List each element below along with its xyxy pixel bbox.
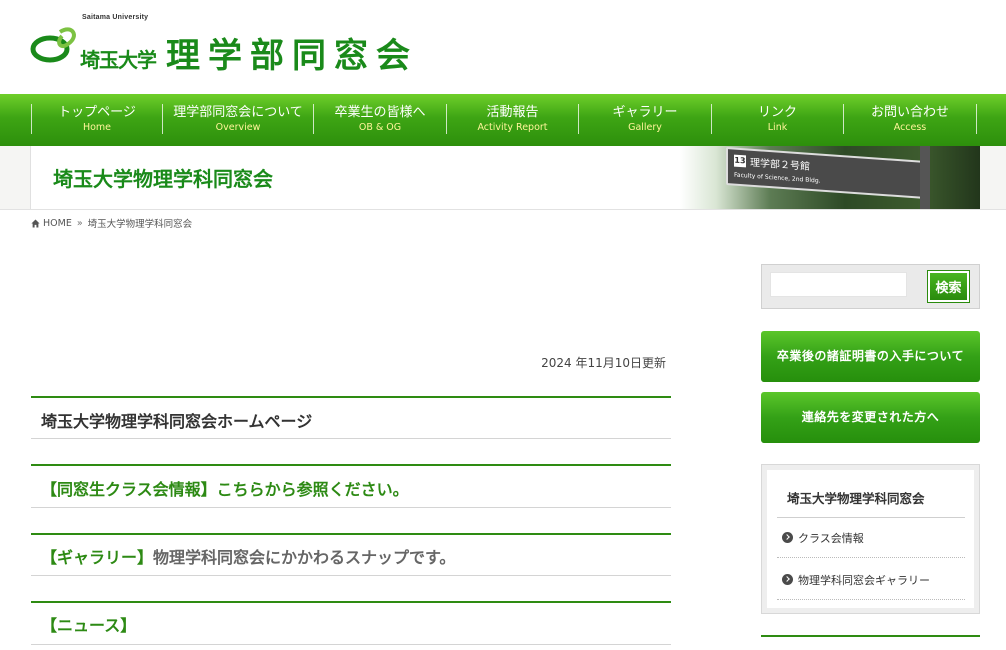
sidebar-menu-inner: 埼玉大学物理学科同窓会 クラス会情報 物理学科同窓会ギャラリー xyxy=(767,470,974,608)
logo-university-jp: 埼玉大学 xyxy=(80,48,157,72)
nav-label-jp: 卒業生の皆様へ xyxy=(334,105,426,120)
logo-university-en: Saitama University xyxy=(82,14,149,21)
chevron-right-circle-icon xyxy=(782,574,793,585)
nav-item-link[interactable]: リンク Link xyxy=(711,104,843,134)
nav-label-jp: 活動報告 xyxy=(486,105,539,120)
nav-label-en: OB & OG xyxy=(358,122,402,133)
nav-label-en: Home xyxy=(82,122,112,133)
nav-item-access[interactable]: お問い合わせ Access xyxy=(843,104,977,134)
search-widget: 検索 xyxy=(761,264,980,309)
heading-homepage: 埼玉大学物理学科同窓会ホームページ xyxy=(31,396,671,439)
nav-label-en: Activity Report xyxy=(477,122,548,133)
nav-item-home[interactable]: トップページ Home xyxy=(31,104,162,134)
nav-label-en: Link xyxy=(767,122,788,133)
heading-class-reunion[interactable]: 【同窓生クラス会情報】こちらから参照ください。 xyxy=(31,464,671,508)
sign-post xyxy=(920,146,930,209)
home-icon xyxy=(31,218,40,228)
global-nav: トップページ Home 理学部同窓会について Overview 卒業生の皆様へ … xyxy=(0,94,1006,146)
contact-change-button[interactable]: 連絡先を変更された方へ xyxy=(761,392,980,443)
heading-gallery[interactable]: 【ギャラリー】物理学科同窓会にかかわるスナップです。 xyxy=(31,533,671,576)
building-sign: 13 理学部２号館 Faculty of Science, 2nd Bldg. xyxy=(726,147,926,199)
sidebar-menu: 埼玉大学物理学科同窓会 クラス会情報 物理学科同窓会ギャラリー xyxy=(761,464,980,614)
university-logo-icon xyxy=(30,27,76,63)
heading-homepage-text: 埼玉大学物理学科同窓会ホームページ xyxy=(41,412,313,431)
certificate-info-button[interactable]: 卒業後の諸証明書の入手について xyxy=(761,331,980,382)
nav-label-jp: トップページ xyxy=(58,105,136,120)
sidebar-menu-title: 埼玉大学物理学科同窓会 xyxy=(787,491,925,506)
heading-news-text: 【ニュース】 xyxy=(41,616,137,635)
nav-item-ob-og[interactable]: 卒業生の皆様へ OB & OG xyxy=(313,104,446,134)
page-title: 埼玉大学物理学科同窓会 xyxy=(53,167,273,191)
nav-item-activity-report[interactable]: 活動報告 Activity Report xyxy=(446,104,578,134)
nav-label-jp: リンク xyxy=(757,105,797,120)
breadcrumb-current: 埼玉大学物理学科同窓会 xyxy=(87,219,193,230)
breadcrumb-separator-icon: » xyxy=(76,217,83,229)
search-input[interactable] xyxy=(770,272,907,297)
search-button[interactable]: 検索 xyxy=(927,270,970,303)
update-date: 2024 年11月10日更新 xyxy=(541,356,666,370)
heading-class-reunion-link[interactable]: 【同窓生クラス会情報】こちらから参照ください。 xyxy=(41,476,409,500)
site-header: Saitama University 埼玉大学 理学部同窓会 xyxy=(0,0,1006,94)
sidebar-item-label: クラス会情報 xyxy=(798,532,864,545)
nav-label-en: Overview xyxy=(215,122,261,133)
page-title-band: 埼玉大学物理学科同窓会 13 理学部２号館 Faculty of Science… xyxy=(0,146,1006,210)
sidebar-item-gallery[interactable]: 物理学科同窓会ギャラリー xyxy=(777,560,965,600)
heading-news: 【ニュース】 xyxy=(31,601,671,645)
sidebar-item-label: 物理学科同窓会ギャラリー xyxy=(798,574,930,587)
nav-label-jp: お問い合わせ xyxy=(870,105,949,120)
breadcrumb-home-link[interactable]: HOME xyxy=(43,218,72,229)
sign-label-jp: 理学部２号館 xyxy=(750,157,810,173)
sign-number: 13 xyxy=(734,154,746,168)
nav-item-overview[interactable]: 理学部同窓会について Overview xyxy=(162,104,313,134)
nav-item-gallery[interactable]: ギャラリー Gallery xyxy=(578,104,711,134)
heading-gallery-tag: 【ギャラリー】 xyxy=(41,548,154,567)
sidebar-divider xyxy=(761,635,980,637)
nav-label-jp: ギャラリー xyxy=(612,105,678,120)
site-logo[interactable] xyxy=(30,22,80,68)
heading-gallery-content[interactable]: 【ギャラリー】物理学科同窓会にかかわるスナップです。 xyxy=(41,544,455,568)
heading-gallery-text: 物理学科同窓会にかかわるスナップです。 xyxy=(153,548,456,567)
chevron-right-circle-icon xyxy=(782,532,793,543)
header-photo: 13 理学部２号館 Faculty of Science, 2nd Bldg. xyxy=(680,146,980,209)
nav-label-jp: 理学部同窓会について xyxy=(173,105,303,120)
nav-label-en: Access xyxy=(893,122,927,133)
sign-label-en: Faculty of Science, 2nd Bldg. xyxy=(734,171,821,185)
nav-label-en: Gallery xyxy=(628,122,662,133)
breadcrumb: HOME » 埼玉大学物理学科同窓会 xyxy=(31,216,192,230)
page-title-container: 埼玉大学物理学科同窓会 xyxy=(30,146,680,209)
sidebar-item-class-reunion[interactable]: クラス会情報 xyxy=(777,518,965,558)
site-title[interactable]: 理学部同窓会 xyxy=(166,28,418,77)
